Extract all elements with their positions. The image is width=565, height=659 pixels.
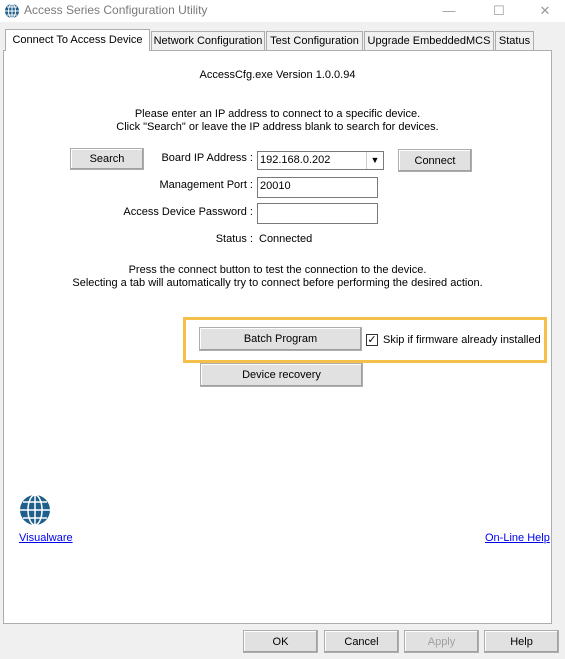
- password-input[interactable]: [257, 203, 378, 224]
- note-line-1: Press the connect button to test the con…: [128, 264, 427, 276]
- maximize-icon: ☐: [493, 3, 505, 18]
- ok-button[interactable]: OK: [243, 630, 318, 653]
- device-recovery-button[interactable]: Device recovery: [200, 363, 363, 387]
- instructions-line-2: Click "Search" or leave the IP address b…: [116, 121, 439, 133]
- board-ip-combobox[interactable]: 192.168.0.202 ▼: [257, 151, 384, 170]
- maximize-button[interactable]: ☐: [482, 0, 516, 22]
- help-button[interactable]: Help: [484, 630, 559, 653]
- skip-firmware-label[interactable]: Skip if firmware already installed: [383, 334, 541, 346]
- visualware-link[interactable]: Visualware: [19, 532, 73, 544]
- tab-status[interactable]: Status: [495, 31, 534, 50]
- instructions-line-1: Please enter an IP address to connect to…: [134, 108, 421, 120]
- close-button[interactable]: ✕: [528, 0, 562, 22]
- tab-network-configuration[interactable]: Network Configuration: [151, 31, 265, 50]
- note-line-2: Selecting a tab will automatically try t…: [72, 277, 483, 289]
- online-help-link[interactable]: On-Line Help: [485, 532, 550, 544]
- minimize-button[interactable]: —: [432, 0, 466, 22]
- status-value: Connected: [259, 233, 313, 245]
- apply-button[interactable]: Apply: [404, 630, 479, 653]
- minimize-icon: —: [442, 3, 456, 18]
- status-label: Status :: [215, 233, 253, 245]
- batch-program-button[interactable]: Batch Program: [199, 327, 362, 351]
- globe-app-icon: [5, 3, 19, 19]
- checkmark-icon: ✓: [367, 334, 377, 346]
- cancel-button[interactable]: Cancel: [324, 630, 399, 653]
- management-port-label: Management Port :: [159, 179, 253, 191]
- board-ip-value: 192.168.0.202: [260, 154, 331, 166]
- visualware-logo-icon: [20, 494, 50, 526]
- management-port-input[interactable]: 20010: [257, 177, 378, 198]
- tab-test-configuration[interactable]: Test Configuration: [266, 31, 363, 50]
- skip-firmware-checkbox[interactable]: ✓: [366, 334, 378, 346]
- window-title: Access Series Configuration Utility: [24, 3, 208, 17]
- connect-button[interactable]: Connect: [398, 149, 472, 172]
- version-text: AccessCfg.exe Version 1.0.0.94: [199, 69, 356, 81]
- dropdown-arrow-icon[interactable]: ▼: [366, 152, 383, 169]
- tab-upgrade-embeddedmcs[interactable]: Upgrade EmbeddedMCS: [364, 31, 494, 50]
- password-label: Access Device Password :: [123, 206, 253, 218]
- close-icon: ✕: [539, 3, 551, 18]
- board-ip-label: Board IP Address :: [161, 152, 253, 164]
- tab-connect[interactable]: Connect To Access Device: [5, 29, 150, 51]
